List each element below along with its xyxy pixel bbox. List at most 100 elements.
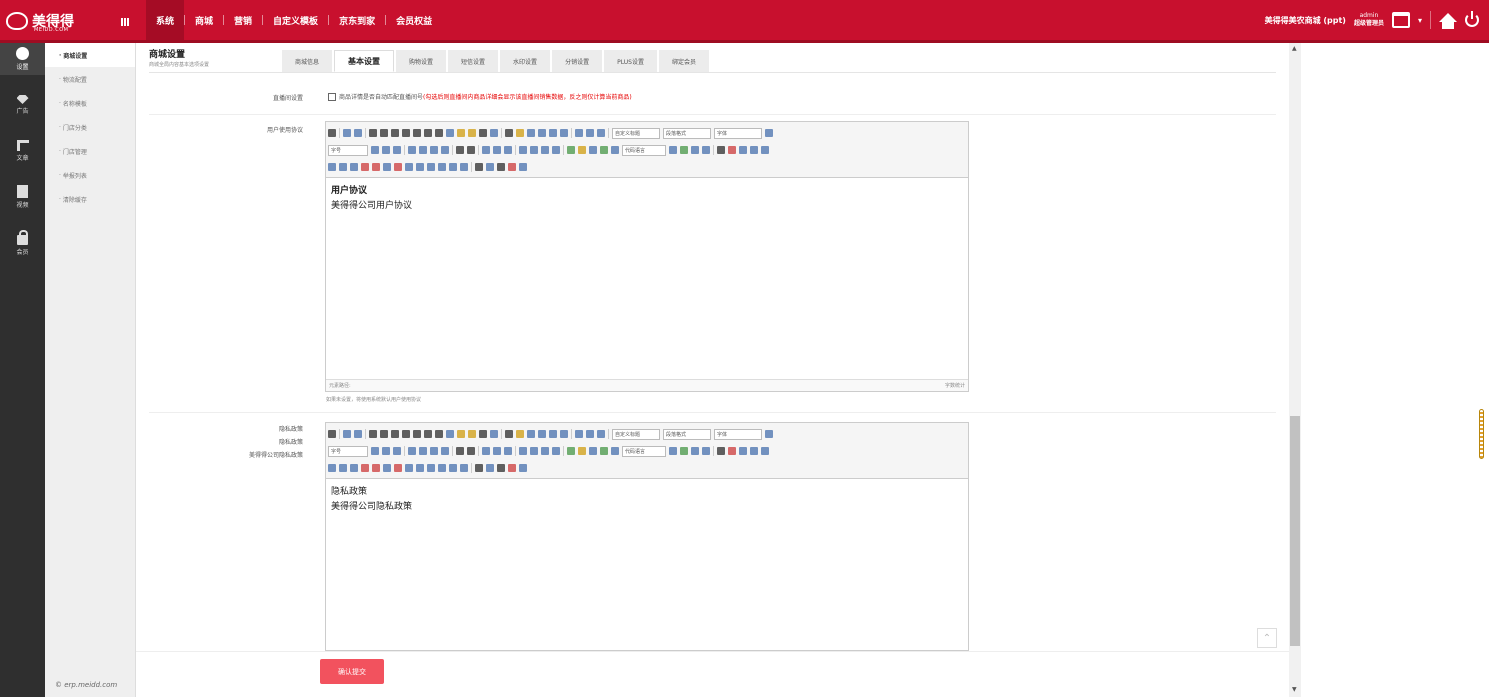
- page-break-button[interactable]: [669, 146, 677, 154]
- split-cols-button[interactable]: [460, 163, 468, 171]
- calendar-icon[interactable]: [1391, 12, 1410, 28]
- scrawl-button[interactable]: [702, 447, 710, 455]
- insert-col-button[interactable]: [383, 163, 391, 171]
- superscript-button[interactable]: [424, 129, 432, 137]
- auto-format-button[interactable]: [468, 129, 476, 137]
- delete-table-button[interactable]: [339, 163, 347, 171]
- nav-custom-template[interactable]: 自定义模板: [263, 0, 328, 40]
- grid-menu-icon[interactable]: [121, 18, 130, 26]
- fullscreen-button[interactable]: [765, 430, 773, 438]
- quote-button[interactable]: [479, 430, 487, 438]
- font-size-select[interactable]: 字号: [328, 445, 368, 457]
- tab-bind-member[interactable]: 绑定会员: [658, 50, 709, 72]
- superscript-button[interactable]: [424, 430, 432, 438]
- align-justify-button[interactable]: [441, 146, 449, 154]
- touppercase-button[interactable]: [456, 447, 464, 455]
- help-button[interactable]: [519, 163, 527, 171]
- insert-row-button[interactable]: [361, 464, 369, 472]
- font-family-select[interactable]: 字体: [714, 127, 762, 139]
- direction-ltr-button[interactable]: [371, 146, 379, 154]
- store-name[interactable]: 美得得美农商城 (ppt): [1265, 15, 1346, 26]
- map-button[interactable]: [600, 146, 608, 154]
- strike-button[interactable]: [413, 129, 421, 137]
- nav-marketing[interactable]: 营销: [224, 0, 262, 40]
- merge-down-button[interactable]: [427, 464, 435, 472]
- direction-ltr-button[interactable]: [371, 447, 379, 455]
- sidebar-item-settings[interactable]: 设置: [0, 43, 45, 75]
- delete-col-button[interactable]: [394, 163, 402, 171]
- background-button[interactable]: [680, 146, 688, 154]
- link-button[interactable]: [482, 447, 490, 455]
- image-button[interactable]: [567, 146, 575, 154]
- font-color-button[interactable]: [505, 430, 513, 438]
- insert-paragraph-before-table-button[interactable]: [350, 464, 358, 472]
- special-char-button[interactable]: [750, 447, 758, 455]
- scroll-down-arrow[interactable]: ▼: [1292, 686, 1297, 693]
- split-cells-button[interactable]: [438, 163, 446, 171]
- snapscreen-button[interactable]: [761, 447, 769, 455]
- date-button[interactable]: [728, 447, 736, 455]
- sidebar-item-members[interactable]: 会员: [0, 227, 45, 259]
- logo[interactable]: 美得得 MEIDD.COM: [6, 8, 116, 34]
- direction-rtl-button[interactable]: [382, 146, 390, 154]
- drafts-button[interactable]: [508, 163, 516, 171]
- custom-title-select[interactable]: 自定义标题: [612, 127, 660, 139]
- drafts-button[interactable]: [508, 464, 516, 472]
- help-button[interactable]: [519, 464, 527, 472]
- undo-button[interactable]: [343, 129, 351, 137]
- auto-format-button[interactable]: [468, 430, 476, 438]
- format-brush-button[interactable]: [457, 430, 465, 438]
- merge-cells-button[interactable]: [405, 163, 413, 171]
- indent-button[interactable]: [393, 447, 401, 455]
- custom-title-select[interactable]: 自定义标题: [612, 428, 660, 440]
- line-height-button[interactable]: [597, 430, 605, 438]
- fullscreen-button[interactable]: [765, 129, 773, 137]
- highlight-button[interactable]: [516, 430, 524, 438]
- tab-watermark-settings[interactable]: 水印设置: [500, 50, 551, 72]
- time-button[interactable]: [739, 146, 747, 154]
- search-replace-button[interactable]: [497, 163, 505, 171]
- agreement-content[interactable]: 用户协议 美得得公司用户协议: [326, 178, 968, 220]
- split-cols-button[interactable]: [460, 464, 468, 472]
- split-cells-button[interactable]: [438, 464, 446, 472]
- live-room-checkbox[interactable]: [328, 92, 336, 101]
- underline-button[interactable]: [391, 430, 399, 438]
- wordimage-button[interactable]: [691, 447, 699, 455]
- print-button[interactable]: [475, 163, 483, 171]
- row-spacing-top-button[interactable]: [575, 129, 583, 137]
- template-button[interactable]: [611, 447, 619, 455]
- chevron-down-icon[interactable]: ▾: [1418, 16, 1422, 25]
- unlink-button[interactable]: [493, 146, 501, 154]
- scrawl-button[interactable]: [702, 146, 710, 154]
- privacy-content[interactable]: 隐私政策 美得得公司隐私政策: [326, 479, 968, 521]
- preview-button[interactable]: [486, 163, 494, 171]
- subnav-name-template[interactable]: 名称模板: [45, 91, 135, 115]
- format-brush-button[interactable]: [457, 129, 465, 137]
- font-size-select[interactable]: 字号: [328, 144, 368, 156]
- paste-plain-button[interactable]: [490, 430, 498, 438]
- undo-button[interactable]: [343, 430, 351, 438]
- code-language-select[interactable]: 代码语言: [622, 445, 666, 457]
- anchor-button[interactable]: [504, 447, 512, 455]
- image-button[interactable]: [567, 447, 575, 455]
- font-family-select[interactable]: 字体: [714, 428, 762, 440]
- template-button[interactable]: [611, 146, 619, 154]
- subnav-logistics[interactable]: 物流配置: [45, 67, 135, 91]
- subnav-clear-cache[interactable]: 清除缓存: [45, 187, 135, 211]
- redo-button[interactable]: [354, 129, 362, 137]
- image-right-button[interactable]: [541, 447, 549, 455]
- image-right-button[interactable]: [541, 146, 549, 154]
- direction-rtl-button[interactable]: [382, 447, 390, 455]
- align-center-button[interactable]: [419, 146, 427, 154]
- sidebar-item-video[interactable]: 视频: [0, 181, 45, 213]
- merge-right-button[interactable]: [416, 464, 424, 472]
- home-icon[interactable]: [1439, 12, 1457, 29]
- map-button[interactable]: [600, 447, 608, 455]
- tab-mall-info[interactable]: 商城信息: [282, 50, 333, 72]
- submit-button[interactable]: 确认提交: [320, 659, 384, 684]
- delete-col-button[interactable]: [394, 464, 402, 472]
- highlight-button[interactable]: [516, 129, 524, 137]
- row-spacing-bottom-button[interactable]: [586, 430, 594, 438]
- emotion-button[interactable]: [578, 146, 586, 154]
- border-button[interactable]: [402, 430, 410, 438]
